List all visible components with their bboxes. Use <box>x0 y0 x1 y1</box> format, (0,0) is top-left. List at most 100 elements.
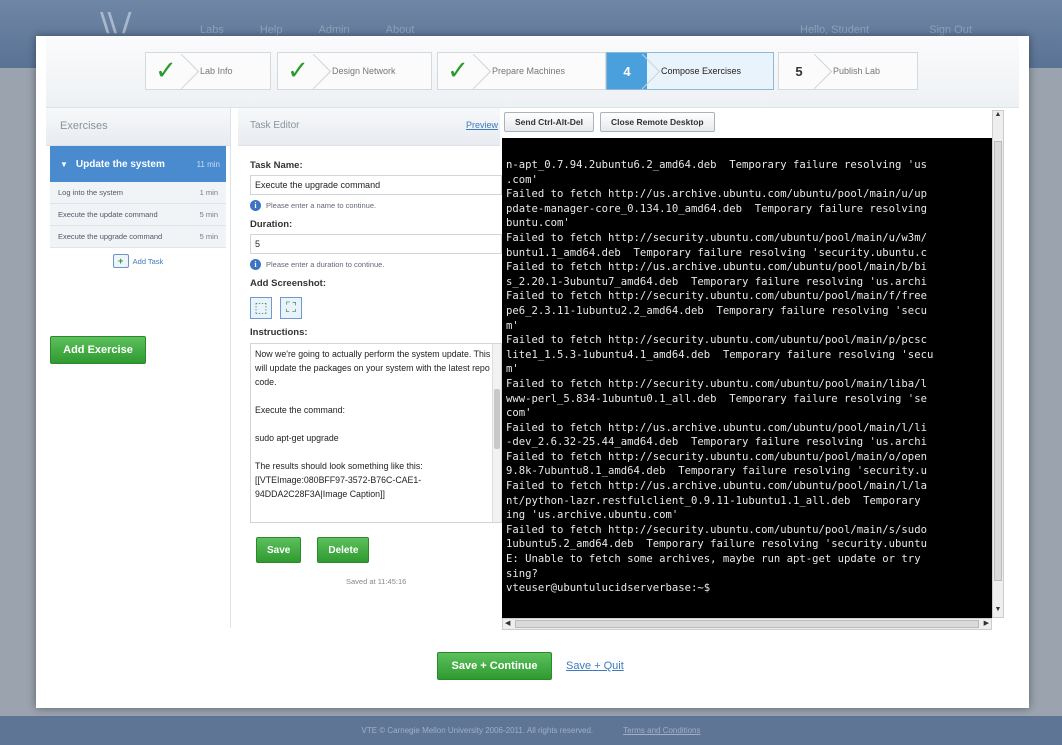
terminal-line: -dev_2.6.32-25.44_amd64.deb Temporary fa… <box>506 436 927 449</box>
scrollbar-thumb[interactable] <box>494 389 500 449</box>
terminal-line: nt/python-lazr.restfulclient_0.9.11-1ubu… <box>506 494 921 507</box>
terminal-line: n-apt_0.7.94.2ubuntu6.2_amd64.deb Tempor… <box>506 159 927 171</box>
crop-region-screenshot-icon[interactable]: ⬚ <box>250 297 272 319</box>
wizard-step-lab-info[interactable]: ✓ Lab Info <box>145 52 271 90</box>
terminal-line: E: Unable to fetch some archives, maybe … <box>506 553 921 566</box>
add-task-icon: + <box>112 254 129 268</box>
terminal-screen[interactable]: n-apt_0.7.94.2ubuntu6.2_amd64.deb Tempor… <box>502 138 992 618</box>
preview-link[interactable]: Preview <box>466 120 498 145</box>
wizard-step-design-network[interactable]: ✓ Design Network <box>277 52 432 90</box>
save-button[interactable]: Save <box>256 537 302 563</box>
wizard-step-label: Lab Info <box>200 66 233 76</box>
delete-button[interactable]: Delete <box>317 537 370 563</box>
add-task-link[interactable]: + Add Task <box>50 254 226 268</box>
add-exercise-button[interactable]: Add Exercise <box>50 336 146 364</box>
wizard-step-label: Design Network <box>332 66 396 76</box>
vte-logo-icon: \\ / <box>100 8 132 38</box>
close-remote-desktop-button[interactable]: Close Remote Desktop <box>600 112 715 132</box>
send-ctrl-alt-del-button[interactable]: Send Ctrl-Alt-Del <box>504 112 594 132</box>
instructions-paragraph: The results should look something like t… <box>255 461 423 499</box>
terminal-line: Failed to fetch http://security.ubuntu.c… <box>506 377 927 390</box>
task-item[interactable]: Log into the system 1 min <box>50 182 226 204</box>
bg-user-greeting: Hello, Student <box>800 24 870 36</box>
task-name-label: Task Name: <box>250 160 303 171</box>
terminal-line: Failed to fetch http://security.ubuntu.c… <box>506 523 927 536</box>
instructions-paragraph: sudo apt-get upgrade <box>255 433 339 443</box>
terminal-line: m' <box>506 363 519 376</box>
check-icon: ✓ <box>155 56 177 86</box>
background-nav: Labs Help Admin About <box>200 24 414 36</box>
step-done-box: ✓ <box>438 53 478 89</box>
wizard-steps: ✓ Lab Info ✓ Design Network ✓ Prepare Ma… <box>46 36 1019 108</box>
terminal-line: buntu.com' <box>506 217 570 230</box>
check-icon: ✓ <box>287 56 309 86</box>
terminal-line: Failed to fetch http://us.archive.ubuntu… <box>506 188 927 201</box>
task-item[interactable]: Execute the update command 5 min <box>50 204 226 226</box>
exercise-list: ▼ Update the system 11 min Log into the s… <box>50 146 226 268</box>
save-quit-link[interactable]: Save + Quit <box>566 660 624 672</box>
duration-hint: i Please enter a duration to continue. <box>250 259 500 270</box>
exercise-item-update-system[interactable]: ▼ Update the system 11 min <box>50 146 226 182</box>
terminal-line: s_2.20.1-3ubuntu7_amd64.deb Temporary fa… <box>506 275 927 288</box>
task-duration: 5 min <box>199 232 218 241</box>
check-icon: ✓ <box>447 56 469 86</box>
terminal-line: Failed to fetch http://us.archive.ubuntu… <box>506 421 927 434</box>
instructions-textarea[interactable]: Now we're going to actually perform the … <box>250 343 502 523</box>
wizard-step-publish-lab[interactable]: 5 Publish Lab <box>778 52 918 90</box>
duration-input[interactable] <box>250 234 502 254</box>
duration-label: Duration: <box>250 219 293 230</box>
background-footer: VTE © Carnegie Mellon University 2006-20… <box>0 716 1062 745</box>
terminal-line: buntu1.1_amd64.deb Temporary failure res… <box>506 246 927 259</box>
bg-nav-help: Help <box>259 24 283 36</box>
task-title: Execute the update command <box>58 210 158 219</box>
remote-desktop-toolbar: Send Ctrl-Alt-Del Close Remote Desktop <box>502 108 1004 136</box>
hint-text: Please enter a duration to continue. <box>266 260 385 269</box>
terminal-line: ing 'us.archive.ubuntu.com' <box>506 509 679 522</box>
instructions-label: Instructions: <box>250 327 308 338</box>
wizard-step-label: Publish Lab <box>833 66 881 76</box>
terminal-line: Failed to fetch http://security.ubuntu.c… <box>506 334 927 347</box>
exercise-duration: 11 min <box>196 159 220 169</box>
task-name-input[interactable] <box>250 175 502 195</box>
terminal-line: 1ubuntu5.2_amd64.deb Temporary failure r… <box>506 538 927 551</box>
background-user-nav: Hello, Student Sign Out <box>800 24 972 36</box>
terminal-line: Failed to fetch http://us.archive.ubuntu… <box>506 480 927 493</box>
scrollbar-thumb[interactable] <box>515 620 979 628</box>
task-title: Execute the upgrade command <box>58 232 163 241</box>
terminal-line: sing? <box>506 567 538 580</box>
remote-desktop: Send Ctrl-Alt-Del Close Remote Desktop n… <box>502 108 1004 636</box>
exercises-header: Exercises <box>46 108 230 146</box>
step-done-box: ✓ <box>278 53 318 89</box>
step-number: 5 <box>779 53 819 89</box>
wizard-step-label: Compose Exercises <box>661 66 742 76</box>
scrollbar-thumb[interactable] <box>994 141 1002 581</box>
saved-status: Saved at 11:45:16 <box>346 577 407 586</box>
bg-nav-admin: Admin <box>318 24 350 36</box>
remote-vertical-scrollbar[interactable]: ▲ ▼ <box>992 110 1004 618</box>
info-icon: i <box>250 200 261 211</box>
terminal-line: lite1_1.5.3-1ubuntu4.1_amd64.deb Tempora… <box>506 348 934 361</box>
task-item[interactable]: Execute the upgrade command 5 min <box>50 226 226 248</box>
terminal-line: Failed to fetch http://security.ubuntu.c… <box>506 450 927 463</box>
task-duration: 1 min <box>199 188 218 197</box>
wizard-step-prepare-machines[interactable]: ✓ Prepare Machines <box>437 52 606 90</box>
wizard-step-compose-exercises[interactable]: 4 Compose Exercises <box>606 52 774 90</box>
scroll-down-icon[interactable]: ▼ <box>993 606 1003 617</box>
bg-sign-out: Sign Out <box>929 24 972 36</box>
compose-exercises-modal: ✓ Lab Info ✓ Design Network ✓ Prepare Ma… <box>36 36 1029 708</box>
terminal-line: .com' <box>506 173 538 186</box>
fullscreen-screenshot-icon[interactable]: ⛶ <box>280 297 302 319</box>
scroll-up-icon[interactable]: ▲ <box>993 111 1003 122</box>
exercise-title: Update the system <box>75 158 165 170</box>
task-editor-title: Task Editor <box>250 120 300 131</box>
hint-text: Please enter a name to continue. <box>266 201 377 210</box>
wizard-step-label: Prepare Machines <box>492 66 566 76</box>
terminal-line: m' <box>506 319 519 332</box>
step-done-box: ✓ <box>146 53 186 89</box>
save-continue-button[interactable]: Save + Continue <box>437 652 552 680</box>
terminal-line: Failed to fetch http://security.ubuntu.c… <box>506 290 927 303</box>
remote-horizontal-scrollbar[interactable]: ◀ ▶ <box>502 618 992 630</box>
scroll-left-icon[interactable]: ◀ <box>505 619 510 627</box>
instructions-scrollbar[interactable] <box>492 344 501 522</box>
scroll-right-icon[interactable]: ▶ <box>984 619 989 627</box>
